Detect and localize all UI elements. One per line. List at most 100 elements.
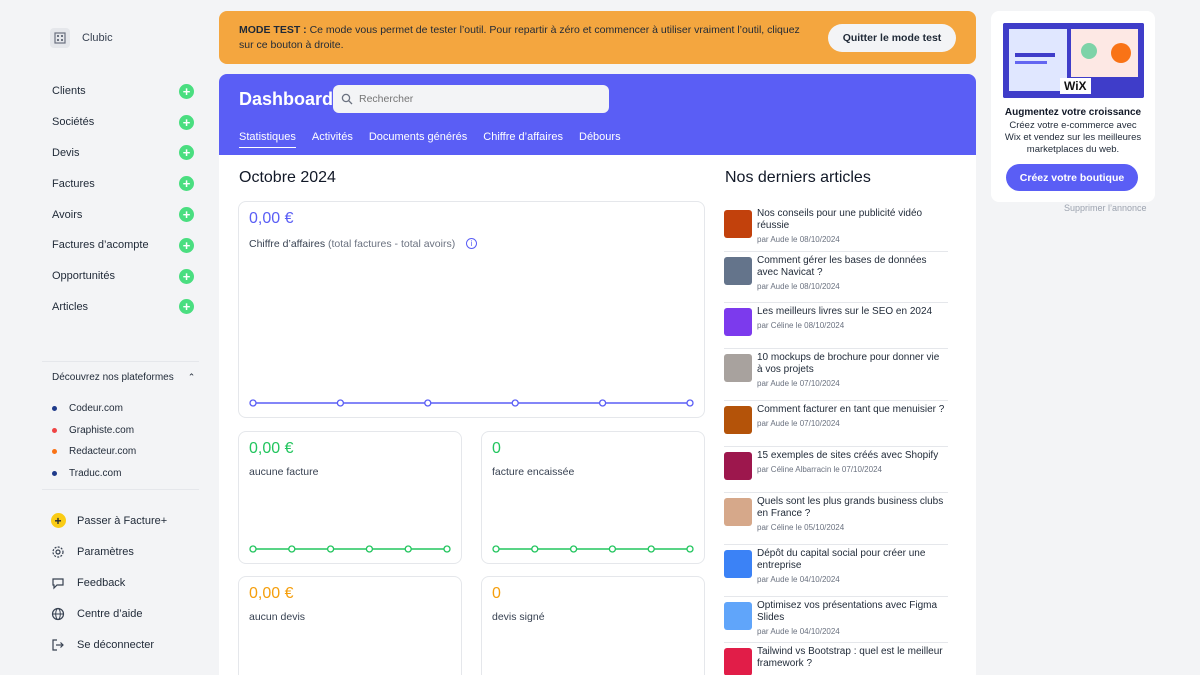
remove-ad-link[interactable]: Supprimer l’annonce bbox=[1064, 203, 1147, 213]
dashboard-header: Dashboard Statistiques Activités Documen… bbox=[219, 74, 976, 155]
search-box[interactable] bbox=[333, 85, 609, 113]
dot-icon bbox=[52, 449, 57, 455]
sparkline-point bbox=[647, 545, 655, 553]
help-link[interactable]: Centre d’aide bbox=[50, 598, 167, 629]
sidebar: Clubic Clients + Sociétés + Devis + Facture… bbox=[0, 0, 210, 675]
sidebar-item-clients[interactable]: Clients + bbox=[52, 76, 194, 107]
add-opportunite-button[interactable]: + bbox=[179, 268, 194, 284]
article-title[interactable]: 15 exemples de sites créés avec Shopify bbox=[757, 450, 947, 462]
quotes-label: aucun devis bbox=[249, 611, 306, 623]
add-devis-button[interactable]: + bbox=[179, 145, 194, 161]
article-item[interactable]: Nos conseils pour une publicité vidéo ré… bbox=[724, 205, 948, 252]
sidebar-item-factures[interactable]: Factures + bbox=[52, 168, 194, 199]
article-title[interactable]: Tailwind vs Bootstrap : quel est le meil… bbox=[757, 646, 947, 670]
article-title[interactable]: Quels sont les plus grands business club… bbox=[757, 496, 947, 520]
sidebar-item-societes[interactable]: Sociétés + bbox=[52, 107, 194, 138]
platform-link-codeur[interactable]: Codeur.com bbox=[52, 398, 136, 420]
sidebar-item-opportunites[interactable]: Opportunités + bbox=[52, 261, 194, 292]
article-title[interactable]: Nos conseils pour une publicité vidéo ré… bbox=[757, 208, 947, 232]
sidebar-item-devis[interactable]: Devis + bbox=[52, 138, 194, 169]
sparkline-point bbox=[288, 545, 296, 553]
wix-logo: WiX bbox=[1060, 78, 1091, 94]
article-item[interactable]: Tailwind vs Bootstrap : quel est le meil… bbox=[724, 643, 948, 675]
platform-link-graphiste[interactable]: Graphiste.com bbox=[52, 420, 136, 442]
brand[interactable]: Clubic bbox=[50, 28, 113, 48]
platform-link-redacteur[interactable]: Redacteur.com bbox=[52, 441, 136, 463]
tab-documents[interactable]: Documents générés bbox=[369, 131, 467, 148]
add-facture-button[interactable]: + bbox=[179, 176, 194, 192]
quit-test-mode-button[interactable]: Quitter le mode test bbox=[828, 24, 956, 52]
platform-link-traduc[interactable]: Traduc.com bbox=[52, 463, 136, 485]
invoices-label: aucune facture bbox=[249, 466, 319, 478]
divider bbox=[42, 361, 199, 362]
sparkline-point bbox=[326, 545, 335, 553]
article-text: 10 mockups de brochure pour donner vie à… bbox=[757, 352, 947, 388]
create-shop-button[interactable]: Créez votre boutique bbox=[1006, 164, 1138, 191]
upgrade-link[interactable]: + Passer à Facture+ bbox=[50, 505, 167, 536]
revenue-card: 0,00 € Chiffre d’affaires (total facture… bbox=[238, 201, 705, 418]
test-mode-message: Ce mode vous permet de tester l’outil. P… bbox=[239, 24, 800, 51]
tab-activites[interactable]: Activités bbox=[312, 131, 353, 148]
sparkline-point bbox=[249, 545, 257, 553]
article-item[interactable]: Les meilleurs livres sur le SEO en 2024 p… bbox=[724, 303, 948, 349]
article-meta: par Aude le 04/10/2024 bbox=[757, 575, 840, 584]
sparkline-point bbox=[598, 399, 607, 407]
sidebar-item-articles[interactable]: Articles + bbox=[52, 292, 194, 323]
article-title[interactable]: 10 mockups de brochure pour donner vie à… bbox=[757, 352, 947, 376]
signed-label: devis signé bbox=[492, 611, 545, 623]
articles-title: Nos derniers articles bbox=[725, 169, 871, 186]
feedback-link[interactable]: Feedback bbox=[50, 567, 167, 598]
sparkline-point bbox=[608, 545, 617, 553]
article-item[interactable]: Optimisez vos présentations avec Figma S… bbox=[724, 597, 948, 643]
ad-title: Augmentez votre croissance bbox=[1004, 107, 1142, 118]
sparkline-point bbox=[336, 399, 345, 407]
article-thumbnail bbox=[724, 308, 752, 336]
add-avoir-button[interactable]: + bbox=[179, 207, 194, 223]
article-item[interactable]: Dépôt du capital social pour créer une e… bbox=[724, 545, 948, 597]
article-title[interactable]: Dépôt du capital social pour créer une e… bbox=[757, 548, 947, 572]
sidebar-item-label: Avoirs bbox=[52, 208, 83, 221]
tab-debours[interactable]: Débours bbox=[579, 131, 621, 148]
sparkline-point bbox=[511, 399, 519, 407]
dot-icon bbox=[52, 427, 57, 433]
article-item[interactable]: 10 mockups de brochure pour donner vie à… bbox=[724, 349, 948, 401]
info-icon[interactable]: i bbox=[466, 238, 478, 249]
tab-statistiques[interactable]: Statistiques bbox=[239, 131, 296, 148]
article-thumbnail bbox=[724, 498, 752, 526]
article-title[interactable]: Les meilleurs livres sur le SEO en 2024 bbox=[757, 306, 947, 318]
settings-label: Paramètres bbox=[77, 545, 134, 558]
sidebar-item-label: Factures d’acompte bbox=[52, 239, 149, 252]
settings-link[interactable]: Paramètres bbox=[50, 536, 167, 567]
logout-link[interactable]: Se déconnecter bbox=[50, 629, 167, 660]
add-facture-acompte-button[interactable]: + bbox=[179, 237, 194, 253]
article-thumbnail bbox=[724, 406, 752, 434]
test-mode-text: MODE TEST : Ce mode vous permet de teste… bbox=[239, 23, 814, 53]
article-item[interactable]: Comment gérer les bases de données avec … bbox=[724, 252, 948, 303]
article-item[interactable]: Quels sont les plus grands business club… bbox=[724, 493, 948, 545]
article-thumbnail bbox=[724, 452, 752, 480]
article-item[interactable]: Comment facturer en tant que menuisier ?… bbox=[724, 401, 948, 447]
sidebar-item-factures-acompte[interactable]: Factures d’acompte + bbox=[52, 230, 194, 261]
platforms-toggle[interactable]: Découvrez nos plateformes ⌃ bbox=[52, 372, 195, 383]
sidebar-item-label: Factures bbox=[52, 177, 95, 190]
paid-label: facture encaissée bbox=[492, 466, 575, 478]
article-meta: par Aude le 08/10/2024 bbox=[757, 282, 840, 291]
help-label: Centre d’aide bbox=[77, 607, 143, 620]
sidebar-item-avoirs[interactable]: Avoirs + bbox=[52, 199, 194, 230]
search-input[interactable] bbox=[359, 93, 589, 105]
ad-text: Créez votre e-commerce avec Wix et vende… bbox=[1004, 120, 1142, 155]
add-societe-button[interactable]: + bbox=[179, 114, 194, 130]
article-title[interactable]: Comment gérer les bases de données avec … bbox=[757, 255, 947, 279]
sparkline-point bbox=[404, 545, 412, 553]
invoices-card: 0,00 € aucune facture bbox=[238, 431, 462, 564]
article-item[interactable]: 15 exemples de sites créés avec Shopify p… bbox=[724, 447, 948, 493]
article-title[interactable]: Comment facturer en tant que menuisier ? bbox=[757, 404, 947, 416]
revenue-label-row: Chiffre d’affaires (total factures - tot… bbox=[249, 238, 478, 250]
add-client-button[interactable]: + bbox=[179, 83, 194, 99]
article-title[interactable]: Optimisez vos présentations avec Figma S… bbox=[757, 600, 947, 624]
upgrade-label: Passer à Facture+ bbox=[77, 514, 168, 527]
add-article-button[interactable]: + bbox=[179, 299, 194, 315]
paid-value: 0 bbox=[492, 440, 501, 457]
sidebar-item-label: Sociétés bbox=[52, 116, 95, 129]
tab-chiffre-affaires[interactable]: Chiffre d’affaires bbox=[483, 131, 563, 148]
